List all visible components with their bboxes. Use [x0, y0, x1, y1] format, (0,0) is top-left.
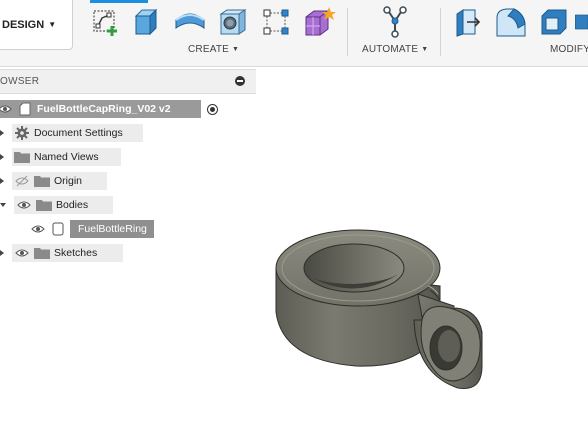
- caret-down-icon: ▼: [232, 46, 240, 53]
- automate-menu-label: AUTOMATE: [362, 44, 419, 55]
- toolbar: DESIGN ▼ CREATE ▼ AUTOMATE ▼ MODIFY: [0, 0, 588, 67]
- visibility-eye-icon[interactable]: [0, 101, 13, 117]
- browser-item-label: Document Settings: [34, 127, 123, 139]
- expand-arrow-icon[interactable]: [0, 130, 4, 136]
- document-icon: [17, 101, 33, 117]
- folder-icon: [14, 149, 30, 165]
- caret-down-icon: ▼: [421, 46, 429, 53]
- automate-icon[interactable]: [378, 5, 412, 39]
- browser-item-document-settings[interactable]: Document Settings: [0, 124, 143, 142]
- combine-icon[interactable]: [574, 5, 588, 39]
- workspace-switcher[interactable]: DESIGN ▼: [0, 0, 73, 50]
- visibility-eye-icon[interactable]: [14, 245, 30, 261]
- expand-arrow-icon[interactable]: [0, 250, 4, 256]
- folder-icon: [34, 173, 50, 189]
- expand-arrow-icon[interactable]: [0, 178, 4, 184]
- hole-icon[interactable]: [216, 5, 250, 39]
- visibility-eye-icon[interactable]: [30, 221, 46, 237]
- toolbar-separator: [440, 8, 441, 56]
- activate-radio-icon[interactable]: [207, 103, 218, 115]
- caret-down-icon: ▼: [48, 20, 57, 29]
- browser-item-named-views[interactable]: Named Views: [0, 148, 121, 166]
- root-label: FuelBottleCapRing_V02 v2: [37, 103, 171, 115]
- browser-item-bodies[interactable]: Bodies: [0, 196, 113, 214]
- pattern-icon[interactable]: [259, 5, 293, 39]
- browser-item-label: FuelBottleRing: [78, 223, 147, 235]
- press-pull-icon[interactable]: [452, 5, 486, 39]
- browser-title: OWSER: [0, 76, 40, 87]
- modify-menu[interactable]: MODIFY: [550, 44, 588, 55]
- body-icon: [50, 221, 66, 237]
- modify-menu-label: MODIFY: [550, 44, 588, 55]
- browser-item-label: Sketches: [54, 247, 98, 259]
- browser-item-label: Bodies: [56, 199, 89, 211]
- collapse-browser-icon[interactable]: [235, 76, 245, 86]
- browser-item-sketches[interactable]: Sketches: [0, 244, 123, 262]
- browser-item-label: Named Views: [34, 151, 99, 163]
- active-tab-indicator: [90, 0, 148, 3]
- folder-icon: [34, 245, 50, 261]
- browser-header: OWSER: [0, 69, 256, 94]
- browser-item-fuelbottlering[interactable]: FuelBottleRing: [30, 220, 154, 238]
- create-sketch-icon[interactable]: [88, 5, 122, 39]
- create-menu[interactable]: CREATE ▼: [188, 44, 239, 55]
- create-form-icon[interactable]: [302, 5, 336, 39]
- toolbar-separator: [347, 8, 348, 56]
- folder-icon: [36, 197, 52, 213]
- extrude-icon[interactable]: [129, 5, 163, 39]
- gear-icon: [14, 125, 30, 141]
- expand-arrow-icon[interactable]: [0, 154, 4, 160]
- model-fuelbottlering[interactable]: [268, 228, 492, 394]
- hidden-eye-icon[interactable]: [14, 173, 30, 189]
- visibility-eye-icon[interactable]: [16, 197, 32, 213]
- workspace-label: DESIGN: [2, 18, 45, 31]
- fillet-icon[interactable]: [494, 5, 528, 39]
- browser-item-origin[interactable]: Origin: [0, 172, 107, 190]
- automate-menu[interactable]: AUTOMATE ▼: [362, 44, 428, 55]
- revolve-icon[interactable]: [173, 5, 207, 39]
- browser-root-row[interactable]: FuelBottleCapRing_V02 v2: [0, 100, 218, 118]
- collapse-arrow-icon[interactable]: [0, 203, 6, 207]
- shell-icon[interactable]: [537, 5, 571, 39]
- browser-item-label: Origin: [54, 175, 83, 187]
- create-menu-label: CREATE: [188, 44, 230, 55]
